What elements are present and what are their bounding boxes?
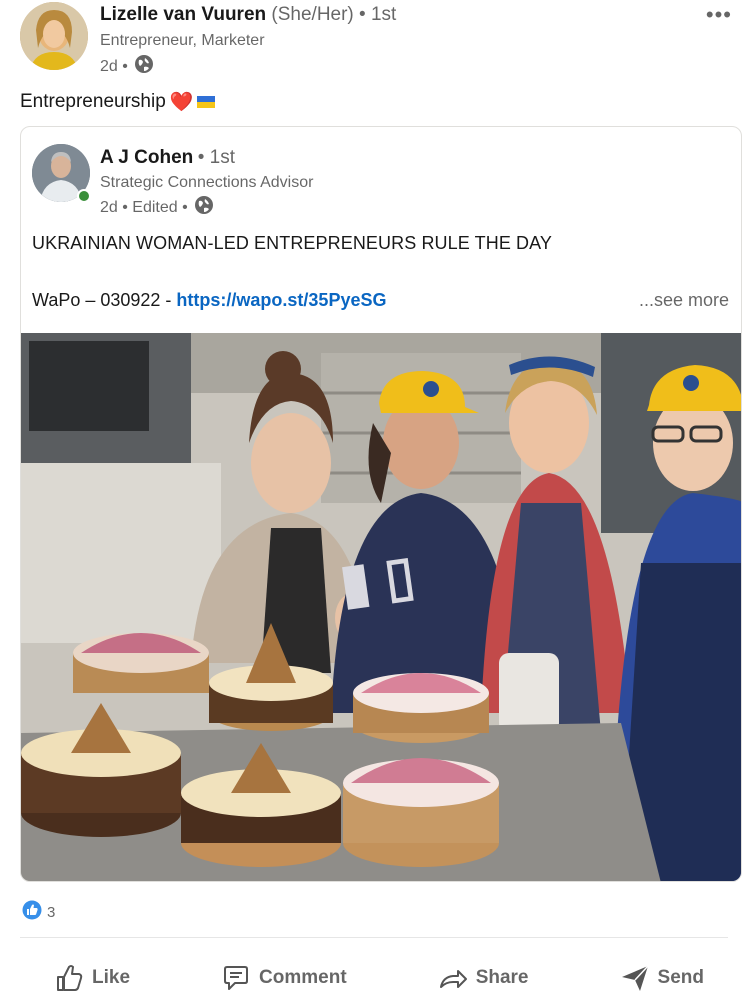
send-button[interactable]: Send: [620, 963, 704, 993]
shared-author-name[interactable]: A J Cohen: [100, 147, 193, 168]
shared-connection-degree: • 1st: [197, 147, 235, 168]
comment-button[interactable]: Comment: [221, 963, 347, 993]
shared-post-image[interactable]: ▮ ▯: [21, 333, 741, 881]
comment-icon: [221, 963, 251, 993]
author-name-line: Lizelle van Vuuren (She/Her) • 1st: [100, 4, 396, 26]
share-icon: [438, 963, 468, 993]
post-time: 2d •: [100, 57, 128, 75]
share-button[interactable]: Share: [438, 963, 529, 993]
author-avatar[interactable]: [20, 2, 88, 70]
reaction-count: 3: [47, 903, 56, 921]
globe-icon: [194, 195, 214, 220]
shared-post-meta: 2d • Edited •: [100, 195, 214, 220]
like-label: Like: [92, 967, 131, 988]
shared-author-headline: Strategic Connections Advisor: [100, 174, 314, 191]
author-pronouns: (She/Her): [271, 4, 354, 25]
thumbs-up-icon: [54, 963, 84, 993]
heart-emoji: ❤️: [169, 92, 194, 113]
shared-author-name-line: A J Cohen • 1st: [100, 147, 235, 169]
shared-link-prefix: WaPo – 030922 -: [32, 290, 177, 310]
shared-post-time: 2d • Edited •: [100, 198, 188, 216]
see-more-link[interactable]: ...see more: [639, 290, 729, 311]
shared-post-card[interactable]: A J Cohen • 1st Strategic Connections Ad…: [20, 126, 742, 882]
online-status-indicator: [77, 189, 91, 203]
comment-label: Comment: [259, 967, 347, 988]
shared-link[interactable]: https://wapo.st/35PyeSG: [176, 290, 386, 310]
post-meta: 2d •: [100, 54, 154, 79]
action-bar: Like Comment Share Send: [20, 958, 728, 998]
ukraine-flag-icon: [197, 96, 216, 108]
share-label: Share: [475, 967, 529, 988]
svg-text:▮ ▯: ▮ ▯: [336, 545, 418, 615]
more-horizontal-icon[interactable]: •••: [706, 2, 732, 28]
like-reaction-icon: [22, 900, 42, 924]
send-label: Send: [657, 967, 704, 988]
like-button[interactable]: Like: [54, 963, 130, 993]
author-name[interactable]: Lizelle van Vuuren: [100, 4, 266, 25]
divider: [20, 937, 728, 938]
post-text: Entrepreneurship ❤️: [20, 90, 216, 114]
connection-degree: • 1st: [359, 4, 397, 25]
reactions-summary[interactable]: 3: [22, 900, 55, 924]
shared-link-line: WaPo – 030922 - https://wapo.st/35PyeSG: [32, 290, 386, 311]
author-headline: Entrepreneur, Marketer: [100, 32, 265, 49]
globe-icon: [134, 54, 154, 79]
post-text-body: Entrepreneurship: [20, 91, 166, 112]
shared-post-title: UKRAINIAN WOMAN-LED ENTREPRENEURS RULE T…: [32, 233, 553, 253]
send-icon: [620, 963, 650, 993]
